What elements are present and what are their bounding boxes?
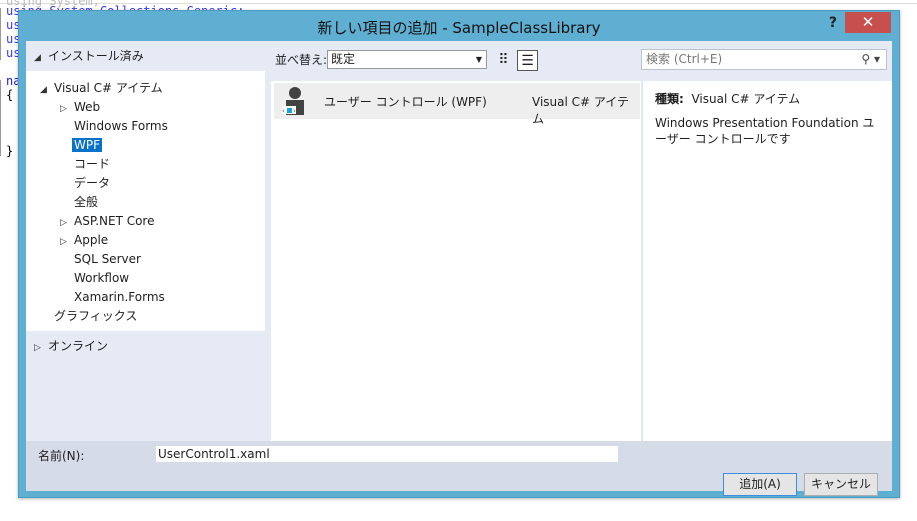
tree-item-visual-csharp[interactable]: ◢ Visual C# アイテム: [40, 79, 163, 97]
list-view-button[interactable]: ☰: [517, 50, 538, 71]
tree-item-web[interactable]: ▷ Web: [60, 98, 100, 116]
sort-label: 並べ替え:: [275, 53, 328, 67]
template-item-user-control[interactable]: ‹ › ユーザー コントロール (WPF) Visual C# アイテム: [274, 83, 640, 126]
dropdown-arrow-icon: ▼: [475, 55, 482, 64]
search-icon[interactable]: ⚲ ▾: [861, 50, 880, 69]
tree-item-general[interactable]: 全般: [74, 193, 98, 211]
add-new-item-dialog: 新しい項目の追加 - SampleClassLibrary ? ✕ ◢ インストー…: [18, 10, 900, 498]
outline-gutter: [0, 8, 8, 60]
svg-text:‹: ‹: [282, 107, 285, 115]
close-button[interactable]: ✕: [845, 12, 891, 33]
type-label: 種類:: [655, 92, 684, 106]
list-view-icon: ☰: [521, 53, 534, 69]
tree-item-apple[interactable]: ▷ Apple: [60, 231, 108, 249]
installed-header[interactable]: ◢ インストール済み: [26, 41, 266, 71]
collapsed-triangle-icon: ▷: [60, 218, 67, 228]
name-input[interactable]: UserControl1.xaml: [156, 446, 618, 462]
cancel-button[interactable]: キャンセル: [804, 473, 878, 496]
tree-item-data[interactable]: データ: [74, 174, 110, 192]
type-value: Visual C# アイテム: [691, 92, 801, 106]
tree-item-label: WPF: [72, 138, 103, 152]
dialog-footer: 名前(N): UserControl1.xaml 追加(A) キャンセル: [26, 441, 892, 496]
sort-toolbar: 並べ替え: 既定 ▼ ⠿ ☰: [275, 50, 538, 72]
online-header[interactable]: ▷ オンライン: [34, 337, 108, 357]
category-tree: ◢ Visual C# アイテム ▷ Web Windows Forms WPF コ…: [26, 71, 265, 331]
tree-item-label: ASP.NET Core: [74, 214, 155, 228]
help-button[interactable]: ?: [829, 15, 837, 31]
template-description: Windows Presentation Foundation ユーザー コント…: [655, 116, 875, 146]
dialog-body: ◢ インストール済み ◢ Visual C# アイテム ▷ Web Windows F…: [26, 41, 892, 496]
installed-label: インストール済み: [48, 49, 144, 63]
tree-item-workflow[interactable]: Workflow: [74, 269, 129, 287]
svg-text:›: ›: [293, 107, 296, 115]
outline-gutter: [0, 80, 8, 156]
tree-item-label: Visual C# アイテム: [54, 81, 163, 95]
user-control-icon: ‹ ›: [282, 87, 304, 115]
sort-value: 既定: [331, 52, 356, 66]
tree-item-xamarin-forms[interactable]: Xamarin.Forms: [74, 288, 165, 306]
template-info-panel: 種類: Visual C# アイテム Windows Presentation …: [642, 81, 892, 441]
collapsed-triangle-icon: ▷: [60, 237, 67, 247]
search-placeholder: 検索 (Ctrl+E): [646, 52, 723, 66]
collapsed-triangle-icon: ▷: [60, 104, 67, 114]
tree-item-graphics[interactable]: グラフィックス: [54, 307, 137, 325]
tree-item-code[interactable]: コード: [74, 155, 110, 173]
online-label: オンライン: [48, 339, 109, 353]
tree-item-label: Apple: [74, 233, 109, 247]
search-input[interactable]: 検索 (Ctrl+E) ⚲ ▾: [641, 49, 887, 70]
tree-item-aspnet-core[interactable]: ▷ ASP.NET Core: [60, 212, 154, 230]
expanded-triangle-icon: ◢: [34, 53, 41, 63]
tree-item-windows-forms[interactable]: Windows Forms: [74, 117, 168, 135]
collapsed-triangle-icon: ▷: [34, 343, 41, 353]
tree-item-sql-server[interactable]: SQL Server: [74, 250, 141, 268]
template-type: Visual C# アイテム: [532, 95, 630, 126]
grid-view-icon: ⠿: [498, 52, 509, 68]
template-list: ‹ › ユーザー コントロール (WPF) Visual C# アイテム: [271, 81, 641, 441]
expanded-triangle-icon: ◢: [40, 85, 47, 95]
sort-dropdown[interactable]: 既定 ▼: [327, 50, 487, 69]
tree-item-wpf[interactable]: WPF: [72, 136, 103, 154]
template-name: ユーザー コントロール (WPF): [324, 95, 487, 109]
grid-view-button[interactable]: ⠿: [493, 50, 514, 71]
name-label: 名前(N):: [38, 449, 85, 463]
tree-item-label: Web: [74, 100, 101, 114]
dialog-title: 新しい項目の追加 - SampleClassLibrary: [317, 19, 601, 37]
add-button[interactable]: 追加(A): [723, 473, 797, 496]
